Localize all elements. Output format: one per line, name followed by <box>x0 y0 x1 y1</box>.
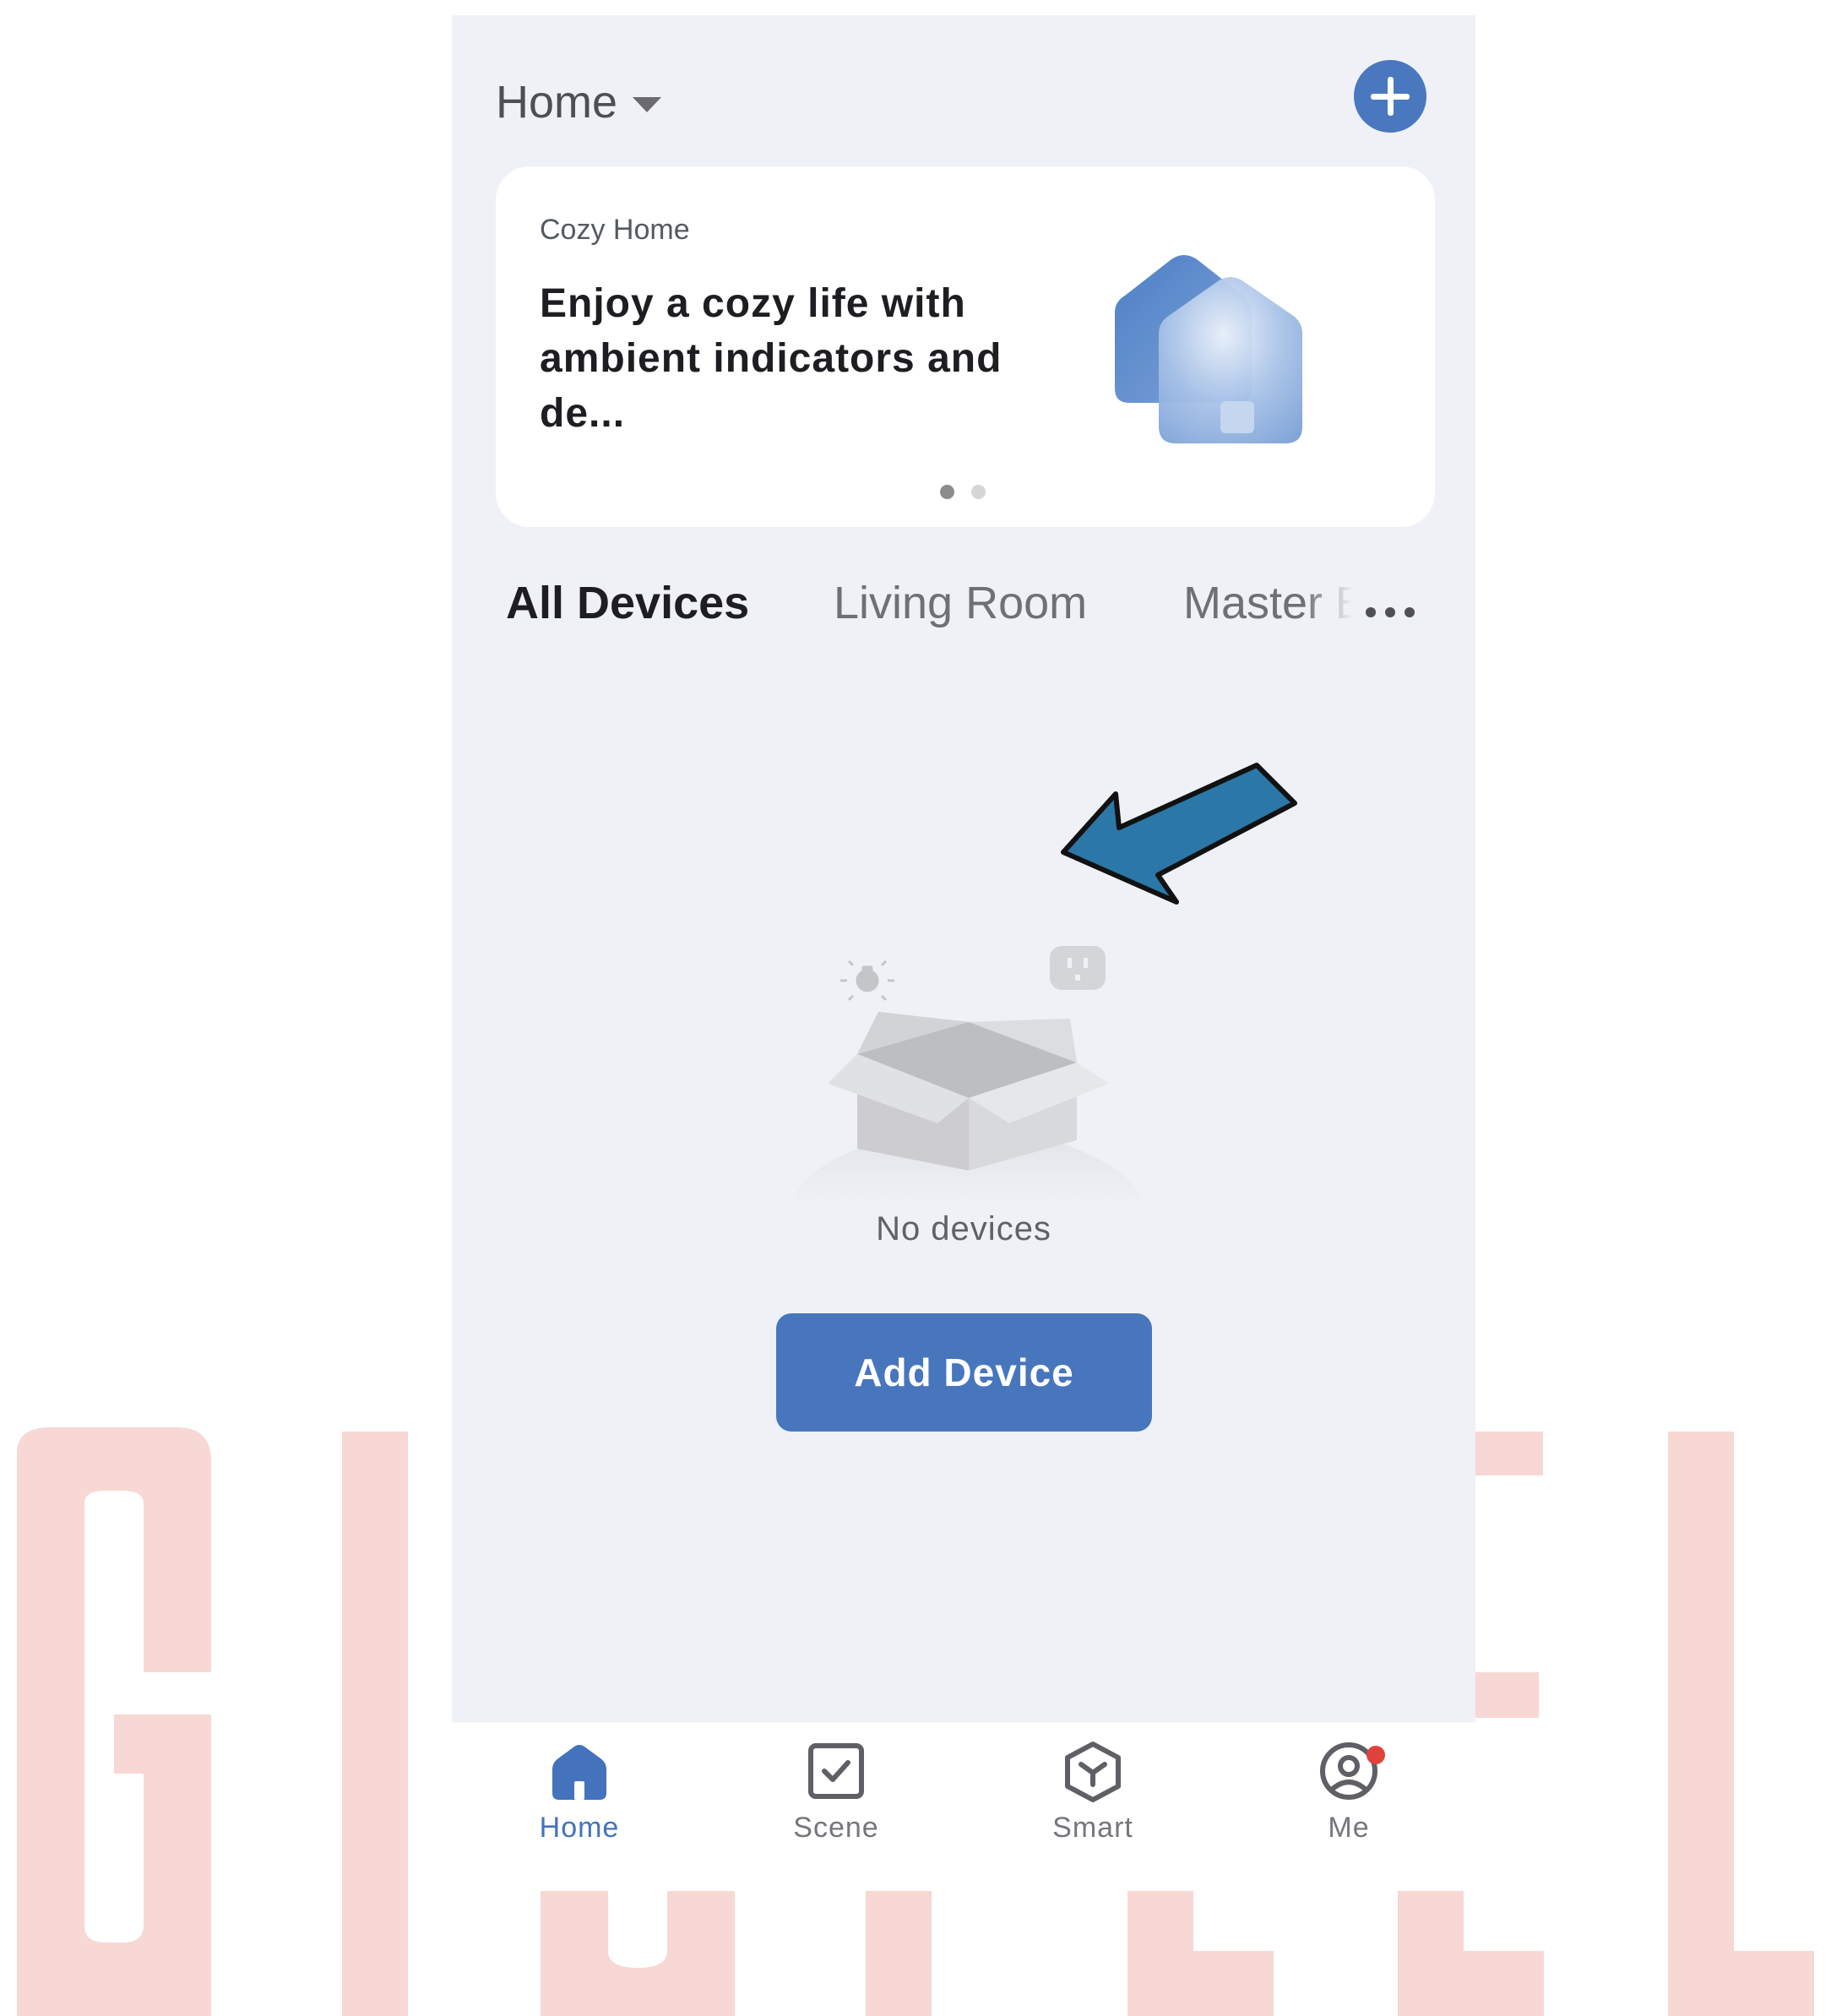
bottom-navigation: Home Scene Smart Me <box>452 1721 1475 1891</box>
app-screen: Home Cozy Home Enjoy a cozy life with am… <box>452 15 1475 1721</box>
home-selector[interactable]: Home <box>496 76 662 128</box>
banner-kicker: Cozy Home <box>540 214 690 246</box>
tab-all-devices[interactable]: All Devices <box>506 577 749 629</box>
home-icon <box>552 1745 606 1800</box>
banner-headline: Enjoy a cozy life with ambient indicator… <box>540 281 1003 436</box>
nav-home[interactable]: Home <box>495 1739 664 1845</box>
tab-master-bedroom[interactable]: Master B <box>1183 577 1352 629</box>
ellipsis-icon[interactable] <box>1366 607 1415 617</box>
plus-icon[interactable] <box>1354 60 1426 133</box>
promo-banner[interactable]: Cozy Home Enjoy a cozy life with ambient… <box>496 166 1435 527</box>
pointer-arrow-annotation <box>1061 763 1297 905</box>
notification-badge <box>1367 1746 1385 1764</box>
empty-box-illustration <box>790 946 1144 1206</box>
smart-plug-icon <box>1050 946 1106 990</box>
room-tabs: All Devices Living Room Master B <box>452 577 1475 661</box>
house-illustration-icon <box>1115 255 1302 443</box>
home-selector-label: Home <box>496 77 618 128</box>
nav-smart[interactable]: Smart <box>1008 1739 1177 1845</box>
nav-home-label: Home <box>539 1812 620 1844</box>
top-bar: Home <box>452 15 1475 176</box>
pagination-dot[interactable] <box>971 485 986 499</box>
scene-checkbox-icon <box>808 1743 864 1799</box>
nav-me-label: Me <box>1328 1812 1370 1844</box>
tab-master-label: Master B <box>1183 578 1352 628</box>
tab-living-room[interactable]: Living Room <box>834 577 1087 629</box>
pagination-dot-active[interactable] <box>940 485 954 499</box>
caret-down-icon <box>633 97 662 112</box>
nav-scene[interactable]: Scene <box>752 1739 921 1845</box>
light-bulb-icon <box>840 959 894 1002</box>
nav-smart-label: Smart <box>1052 1812 1133 1844</box>
nav-me[interactable]: Me <box>1264 1739 1433 1845</box>
smart-cube-icon <box>1065 1742 1121 1802</box>
nav-scene-label: Scene <box>793 1812 879 1844</box>
empty-state-message: No devices <box>876 1210 1051 1247</box>
banner-pagination <box>940 485 986 499</box>
add-device-button[interactable]: Add Device <box>776 1313 1152 1432</box>
